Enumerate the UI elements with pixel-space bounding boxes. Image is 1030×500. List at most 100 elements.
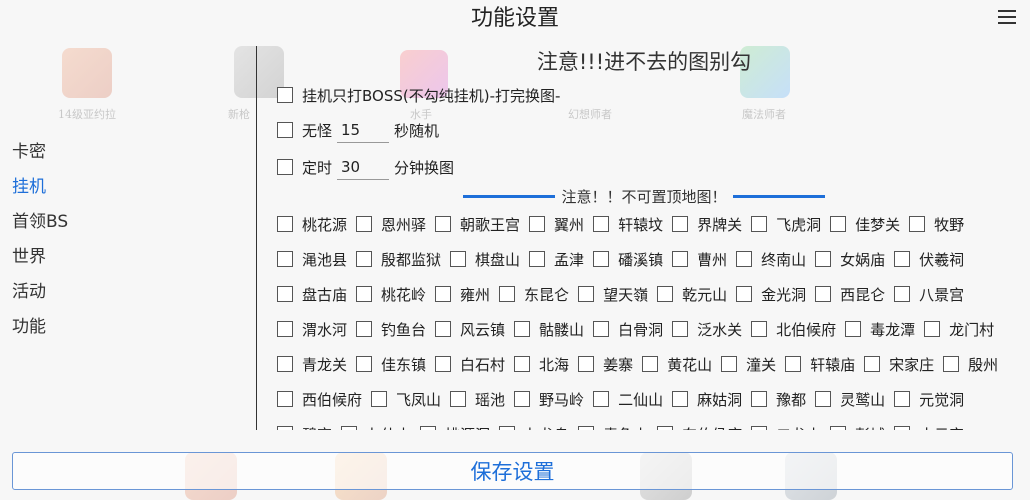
map-option[interactable]: 佳东镇 — [356, 354, 426, 375]
map-checkbox[interactable] — [277, 321, 293, 337]
map-option[interactable]: 棋盘山 — [450, 249, 520, 270]
map-option[interactable]: 白石村 — [435, 354, 505, 375]
map-checkbox[interactable] — [578, 286, 595, 302]
map-checkbox[interactable] — [894, 286, 911, 302]
map-option[interactable]: 骷髅山 — [514, 319, 584, 340]
map-option[interactable]: 桃花岭 — [356, 284, 426, 305]
map-option[interactable]: 元觉洞 — [894, 389, 964, 410]
map-checkbox[interactable] — [435, 216, 452, 232]
map-option[interactable]: 野马岭 — [514, 389, 584, 410]
no-monster-checkbox[interactable] — [277, 122, 293, 138]
map-checkbox[interactable] — [736, 251, 753, 267]
map-option[interactable]: 东昆仑 — [499, 284, 569, 305]
map-checkbox[interactable] — [356, 321, 373, 337]
map-checkbox[interactable] — [815, 251, 832, 267]
map-option[interactable]: 渑池县 — [277, 249, 347, 270]
map-option[interactable]: 潼关 — [721, 354, 776, 375]
map-checkbox[interactable] — [593, 251, 610, 267]
map-checkbox[interactable] — [924, 321, 941, 337]
map-option[interactable]: 毒龙潭 — [845, 319, 915, 340]
map-option[interactable]: 朝歌王宫 — [435, 214, 520, 235]
map-option[interactable]: 牧野 — [909, 214, 964, 235]
map-option[interactable]: 龙门村 — [924, 319, 994, 340]
no-monster-seconds-input[interactable] — [337, 117, 390, 143]
map-option[interactable]: 九龙岛 — [499, 424, 569, 430]
map-checkbox[interactable] — [499, 286, 516, 302]
map-checkbox[interactable] — [529, 216, 546, 232]
map-checkbox[interactable] — [514, 391, 531, 407]
map-checkbox[interactable] — [894, 251, 911, 267]
menu-icon[interactable] — [998, 10, 1016, 26]
save-button[interactable]: 保存设置 — [12, 452, 1013, 490]
map-checkbox[interactable] — [830, 426, 847, 430]
timer-minutes-input[interactable] — [337, 154, 390, 180]
timer-checkbox[interactable] — [277, 159, 293, 175]
map-checkbox[interactable] — [894, 426, 911, 430]
map-option[interactable]: 风云镇 — [435, 319, 505, 340]
map-option[interactable]: 桃花源 — [277, 214, 347, 235]
map-checkbox[interactable] — [909, 216, 926, 232]
map-option[interactable]: 黄花山 — [642, 354, 712, 375]
map-checkbox[interactable] — [450, 251, 467, 267]
map-checkbox[interactable] — [277, 391, 293, 407]
map-checkbox[interactable] — [593, 321, 610, 337]
map-option[interactable]: 北海 — [514, 354, 569, 375]
map-option[interactable]: 伏羲祠 — [894, 249, 964, 270]
sidebar-item-auto-play[interactable]: 挂机 — [12, 172, 242, 207]
map-checkbox[interactable] — [514, 356, 531, 372]
map-option[interactable]: 西昆仑 — [815, 284, 885, 305]
map-checkbox[interactable] — [277, 216, 293, 232]
map-checkbox[interactable] — [751, 426, 768, 430]
map-option[interactable]: 八景宫 — [894, 284, 964, 305]
map-option[interactable]: 麻姑洞 — [672, 389, 742, 410]
map-option[interactable]: 豫都 — [751, 389, 806, 410]
map-checkbox[interactable] — [420, 426, 437, 430]
map-checkbox[interactable] — [371, 391, 388, 407]
map-checkbox[interactable] — [721, 356, 738, 372]
map-option[interactable]: 彭城 — [830, 424, 885, 430]
map-checkbox[interactable] — [356, 251, 373, 267]
map-checkbox[interactable] — [672, 216, 689, 232]
map-option[interactable]: 姜寨 — [578, 354, 633, 375]
sidebar-item-world[interactable]: 世界 — [12, 242, 242, 277]
map-option[interactable]: 飞虎洞 — [751, 214, 821, 235]
map-option[interactable]: 渭水河 — [277, 319, 347, 340]
map-option[interactable]: 泛水关 — [672, 319, 742, 340]
sidebar-item-boss[interactable]: 首领BS — [12, 207, 242, 242]
map-option[interactable]: 白骨洞 — [593, 319, 663, 340]
map-checkbox[interactable] — [450, 391, 467, 407]
map-option[interactable]: 九仙山 — [341, 424, 411, 430]
map-checkbox[interactable] — [277, 286, 293, 302]
map-checkbox[interactable] — [815, 286, 832, 302]
map-option[interactable]: 殷都监狱 — [356, 249, 441, 270]
map-checkbox[interactable] — [514, 321, 531, 337]
map-option[interactable]: 终南山 — [736, 249, 806, 270]
map-checkbox[interactable] — [277, 426, 293, 430]
map-checkbox[interactable] — [785, 356, 802, 372]
map-checkbox[interactable] — [657, 286, 674, 302]
map-option[interactable]: 西伯候府 — [277, 389, 362, 410]
map-option[interactable]: 青龙关 — [277, 354, 347, 375]
sidebar-item-events[interactable]: 活动 — [12, 277, 242, 312]
map-option[interactable]: 飞凤山 — [371, 389, 441, 410]
map-checkbox[interactable] — [435, 286, 452, 302]
map-option[interactable]: 磻溪镇 — [593, 249, 663, 270]
map-checkbox[interactable] — [672, 251, 689, 267]
map-checkbox[interactable] — [864, 356, 881, 372]
map-checkbox[interactable] — [642, 356, 659, 372]
map-option[interactable]: 钓鱼台 — [356, 319, 426, 340]
map-checkbox[interactable] — [894, 391, 911, 407]
sidebar-item-functions[interactable]: 功能 — [12, 312, 242, 347]
map-checkbox[interactable] — [943, 356, 960, 372]
map-option[interactable]: 翼州 — [529, 214, 584, 235]
map-option[interactable]: 二仙山 — [593, 389, 663, 410]
map-option[interactable]: 恩州驿 — [356, 214, 426, 235]
map-option[interactable]: 桃源洞 — [420, 424, 490, 430]
sidebar-item-card-key[interactable]: 卡密 — [12, 137, 242, 172]
map-option[interactable]: 青龟山 — [578, 424, 648, 430]
map-checkbox[interactable] — [672, 321, 689, 337]
map-option[interactable]: 金光洞 — [736, 284, 806, 305]
map-checkbox[interactable] — [356, 216, 373, 232]
map-checkbox[interactable] — [529, 251, 546, 267]
map-option[interactable]: 孟津 — [529, 249, 584, 270]
